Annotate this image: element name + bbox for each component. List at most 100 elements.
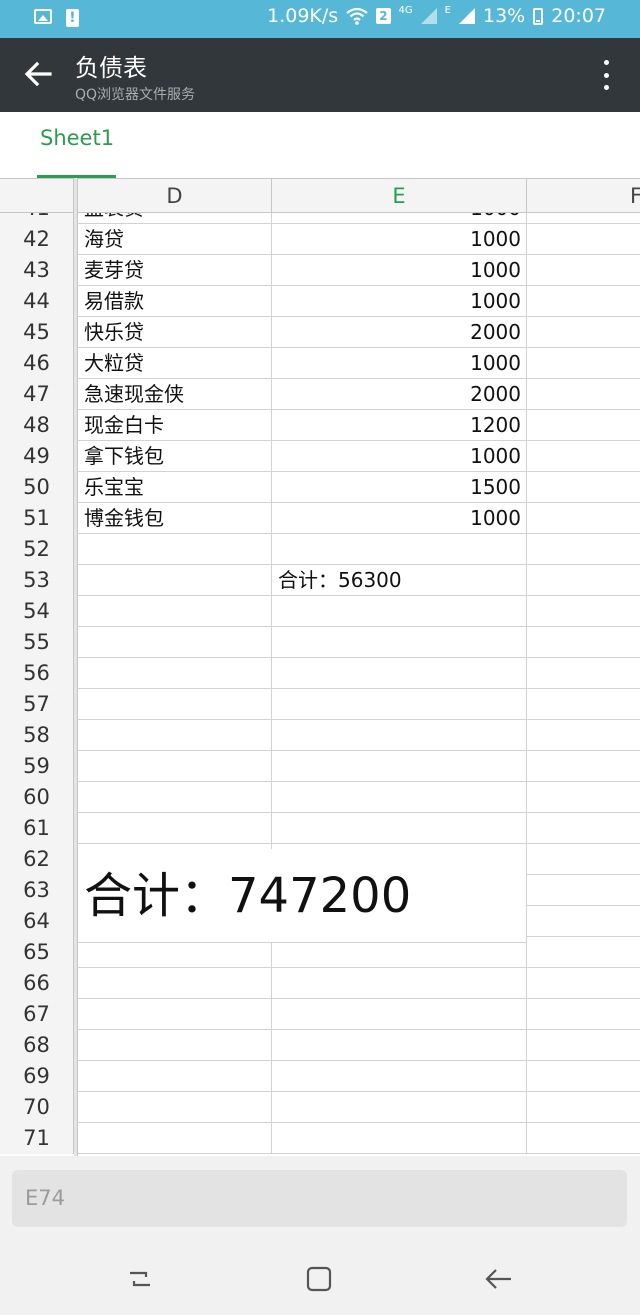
cell-e[interactable] [272,782,527,812]
column-header-e[interactable]: E [272,178,527,213]
column-header-d[interactable]: D [78,178,272,213]
cell-f[interactable] [527,658,640,688]
row-header[interactable]: 59 [0,751,74,782]
cell-e[interactable]: 1200 [272,410,527,440]
row-header[interactable]: 60 [0,782,74,813]
cell-f[interactable] [527,1123,640,1153]
cell-f[interactable] [527,286,640,316]
cell-e[interactable]: 1000 [272,441,527,471]
cell-f[interactable] [527,255,640,285]
row-header[interactable]: 50 [0,472,74,503]
cell-d[interactable] [78,596,272,626]
cell-f[interactable] [527,627,640,657]
back-arrow-icon[interactable] [22,58,54,90]
cell-e[interactable] [272,1123,527,1153]
cell-f[interactable] [527,720,640,750]
cell-f[interactable] [527,410,640,440]
cell-d[interactable]: 易借款 [78,286,272,316]
cell-d[interactable] [78,1030,272,1060]
cell-d[interactable]: 拿下钱包 [78,441,272,471]
recents-icon[interactable] [125,1264,155,1294]
cell-d[interactable]: 麦芽贷 [78,255,272,285]
cell-d[interactable]: 博金钱包 [78,503,272,533]
cell-f[interactable] [527,968,640,998]
row-header[interactable]: 56 [0,658,74,689]
row-header[interactable]: 61 [0,813,74,844]
cell-e[interactable]: 1000 [272,348,527,378]
cell-f[interactable] [527,1030,640,1060]
cell-d[interactable]: 急速现金侠 [78,379,272,409]
cell-f[interactable] [527,813,640,843]
cell-e[interactable] [272,999,527,1029]
cell-d[interactable] [78,782,272,812]
cell-e[interactable] [272,1092,527,1122]
column-header-f[interactable]: F [527,178,640,213]
cell-d[interactable]: 现金白卡 [78,410,272,440]
cell-f[interactable] [527,1092,640,1122]
row-header[interactable]: 57 [0,689,74,720]
cell-e[interactable]: 1000 [272,286,527,316]
cell-e[interactable] [272,627,527,657]
cell-d[interactable]: 快乐贷 [78,317,272,347]
row-header[interactable]: 52 [0,534,74,565]
row-header[interactable]: 65 [0,937,74,968]
cell-e[interactable] [272,751,527,781]
cell-f[interactable] [527,317,640,347]
row-header[interactable]: 62 [0,844,74,875]
row-header[interactable]: 49 [0,441,74,472]
cell-e[interactable]: 合计：56300 [272,565,527,595]
row-header[interactable]: 66 [0,968,74,999]
cell-e[interactable] [272,720,527,750]
row-header[interactable]: 53 [0,565,74,596]
cell-f[interactable] [527,441,640,471]
row-header[interactable]: 44 [0,286,74,317]
cell-e[interactable]: 1000 [272,255,527,285]
cell-f[interactable] [527,782,640,812]
cell-f[interactable] [527,937,640,967]
row-header[interactable]: 43 [0,255,74,286]
cell-e[interactable] [272,1030,527,1060]
cell-f[interactable] [527,906,640,936]
row-header[interactable]: 67 [0,999,74,1030]
cell-e[interactable] [272,534,527,564]
cell-d[interactable]: 大粒贷 [78,348,272,378]
cell-e[interactable]: 2000 [272,317,527,347]
spreadsheet-grid[interactable]: D E F 41盈袋贷100042海贷100043麦芽贷100044易借款100… [0,178,640,1156]
cell-e[interactable]: 1000 [272,213,527,223]
more-vert-icon[interactable] [602,60,610,90]
cell-d[interactable]: 海贷 [78,224,272,254]
cell-e[interactable] [272,813,527,843]
cell-f[interactable] [527,379,640,409]
cell-e[interactable] [272,968,527,998]
cell-f[interactable] [527,844,640,874]
cell-e[interactable] [272,596,527,626]
row-header[interactable]: 69 [0,1061,74,1092]
cell-f[interactable] [527,875,640,905]
row-header[interactable]: 41 [0,213,74,224]
merged-total-cell[interactable]: 合计：747200 [78,849,527,943]
cell-e[interactable]: 1000 [272,224,527,254]
cell-input-field[interactable]: E74 [12,1170,627,1227]
row-header[interactable]: 64 [0,906,74,937]
row-header[interactable]: 55 [0,627,74,658]
cell-e[interactable] [272,658,527,688]
cell-d[interactable] [78,999,272,1029]
cell-d[interactable] [78,968,272,998]
cell-f[interactable] [527,751,640,781]
row-header[interactable]: 63 [0,875,74,906]
corner-header[interactable] [0,178,74,213]
row-header[interactable]: 47 [0,379,74,410]
cell-e[interactable] [272,1061,527,1091]
row-header[interactable]: 46 [0,348,74,379]
cell-f[interactable] [527,213,640,223]
tab-sheet1[interactable]: Sheet1 [40,126,114,150]
cell-e[interactable]: 2000 [272,379,527,409]
cell-d[interactable] [78,627,272,657]
row-header[interactable]: 58 [0,720,74,751]
row-header[interactable]: 51 [0,503,74,534]
cell-d[interactable]: 乐宝宝 [78,472,272,502]
cell-f[interactable] [527,534,640,564]
cell-f[interactable] [527,224,640,254]
cell-d[interactable] [78,720,272,750]
cell-f[interactable] [527,999,640,1029]
